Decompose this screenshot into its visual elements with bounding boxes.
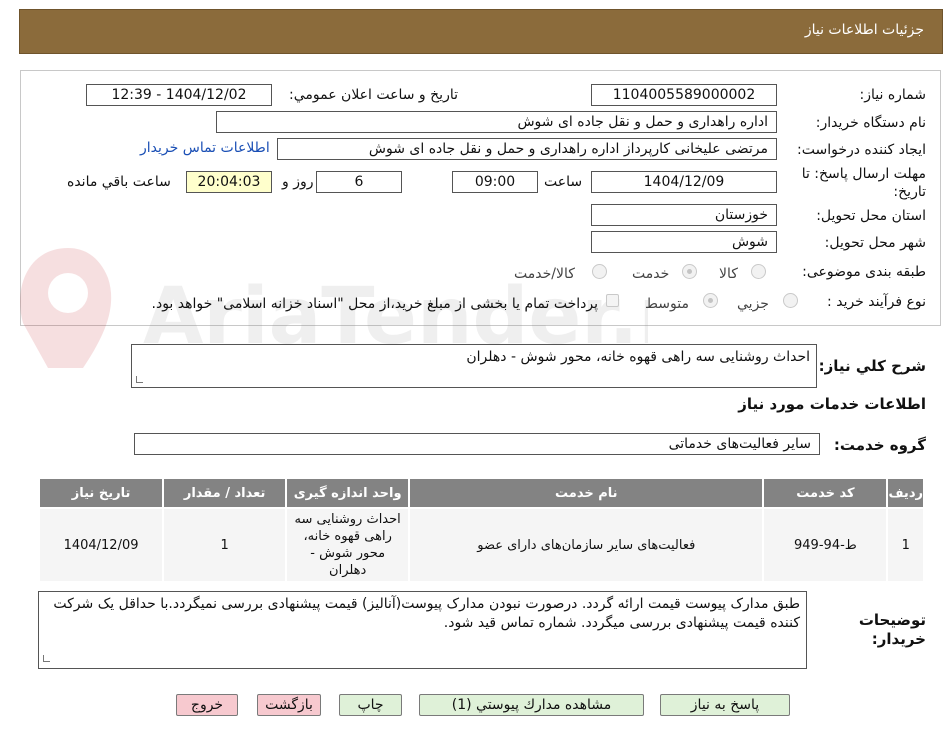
- table-header-row: رديف كد خدمت نام خدمت واحد اندازه گيری ت…: [37, 477, 925, 509]
- need-number-field[interactable]: 1104005589000002: [591, 84, 777, 106]
- remaining-label: ساعت باقي مانده: [67, 174, 171, 190]
- row-service-code: ط-94-949: [762, 507, 889, 583]
- deadline-date-label: تاريخ:: [893, 184, 926, 200]
- treasury-payment-checkbox[interactable]: [606, 294, 619, 307]
- category-service-radio[interactable]: [682, 264, 697, 279]
- column-header-index: رديف: [886, 477, 925, 509]
- buyer-notes-label: توضيحات: [858, 611, 926, 629]
- buyer-contact-link[interactable]: اطلاعات تماس خريدار: [140, 140, 270, 156]
- column-header-quantity: تعداد / مقدار: [162, 477, 288, 509]
- buyer-org-field[interactable]: اداره راهداری و حمل و نقل جاده ای شوش: [216, 111, 777, 133]
- service-group-label: گروه خدمت:: [833, 436, 926, 454]
- province-label: استان محل تحويل:: [816, 208, 926, 224]
- page-title: جزئیات اطلاعات نیاز: [804, 22, 924, 38]
- exit-button[interactable]: خروج: [176, 694, 238, 716]
- row-unit: احداث روشنایی سه راهی قهوه خانه، محور شو…: [285, 507, 411, 583]
- city-field[interactable]: شوش: [591, 231, 777, 253]
- resize-grip-icon[interactable]: [136, 376, 143, 383]
- deadline-date-field[interactable]: 1404/12/09: [591, 171, 777, 193]
- row-index: 1: [886, 507, 925, 583]
- requester-field[interactable]: مرتضی علیخانی کارپرداز اداره راهداری و ح…: [277, 138, 777, 160]
- need-info-panel: [20, 70, 941, 326]
- category-goods-radio[interactable]: [751, 264, 766, 279]
- row-need-date: 1404/12/09: [37, 507, 165, 583]
- announce-datetime-field[interactable]: 1404/12/02 - 12:39: [86, 84, 272, 106]
- announce-datetime-label: تاریخ و ساعت اعلان عمومي:: [289, 87, 458, 103]
- row-quantity: 1: [162, 507, 288, 583]
- days-label: روز و: [282, 174, 314, 190]
- process-type-label: نوع فرآيند خريد :: [827, 294, 926, 310]
- remaining-time-field: 20:04:03: [186, 171, 272, 193]
- deadline-time-field[interactable]: 09:00: [452, 171, 538, 193]
- category-goods-service-radio[interactable]: [592, 264, 607, 279]
- process-medium-radio[interactable]: [703, 293, 718, 308]
- reply-to-need-button[interactable]: پاسخ به نياز: [660, 694, 790, 716]
- city-label: شهر محل تحويل:: [824, 235, 926, 251]
- view-attachments-button[interactable]: مشاهده مدارك پيوستي (1): [419, 694, 644, 716]
- buyer-notes-text: طبق مدارک پیوست قیمت ارائه گردد. درصورت …: [53, 596, 800, 631]
- category-goods-label: كالا: [719, 266, 738, 282]
- process-medium-label: متوسط: [645, 296, 689, 312]
- process-minor-label: جزيي: [737, 296, 769, 312]
- buyer-notes-field[interactable]: طبق مدارک پیوست قیمت ارائه گردد. درصورت …: [38, 591, 807, 669]
- treasury-payment-note: پرداخت تمام یا بخشی از مبلغ خرید،از محل …: [151, 296, 598, 312]
- category-goods-service-label: كالا/خدمت: [514, 266, 575, 282]
- column-header-need-date: تاريخ نياز: [37, 477, 165, 509]
- column-header-unit: واحد اندازه گيری: [285, 477, 411, 509]
- service-group-field[interactable]: سایر فعالیت‌های خدماتی: [134, 433, 820, 455]
- requester-label: ايجاد كننده درخواست:: [797, 142, 926, 158]
- buyer-org-label: نام دستگاه خريدار:: [815, 115, 926, 131]
- category-label: طبقه بندی موضوعی:: [802, 264, 926, 280]
- resize-grip-icon[interactable]: [43, 655, 50, 662]
- back-button[interactable]: بازگشت: [257, 694, 321, 716]
- general-description-text: احداث روشنایی سه راهی قهوه خانه، محور شو…: [466, 349, 810, 365]
- deadline-label: مهلت ارسال پاسخ: تا: [801, 166, 926, 182]
- table-row[interactable]: 1 ط-94-949 فعالیت‌های سایر سازمان‌های دا…: [37, 507, 925, 583]
- column-header-service-name: نام خدمت: [408, 477, 765, 509]
- column-header-service-code: كد خدمت: [762, 477, 889, 509]
- deadline-time-label: ساعت: [544, 174, 583, 190]
- category-service-label: خدمت: [632, 266, 670, 282]
- general-description-field[interactable]: احداث روشنایی سه راهی قهوه خانه، محور شو…: [131, 344, 817, 388]
- province-field[interactable]: خوزستان: [591, 204, 777, 226]
- general-description-label: شرح كلي نياز:: [818, 357, 926, 375]
- buyer-notes-label-2: خريدار:: [871, 630, 926, 648]
- services-section-title: اطلاعات خدمات مورد نياز: [738, 395, 926, 413]
- process-minor-radio[interactable]: [783, 293, 798, 308]
- need-number-label: شماره نیاز:: [859, 87, 927, 103]
- services-table: رديف كد خدمت نام خدمت واحد اندازه گيری ت…: [37, 477, 925, 583]
- row-service-name: فعالیت‌های سایر سازمان‌های دارای عضو: [408, 507, 765, 583]
- days-remaining-field[interactable]: 6: [316, 171, 402, 193]
- page-header: جزئیات اطلاعات نیاز: [19, 9, 943, 54]
- print-button[interactable]: چاپ: [339, 694, 402, 716]
